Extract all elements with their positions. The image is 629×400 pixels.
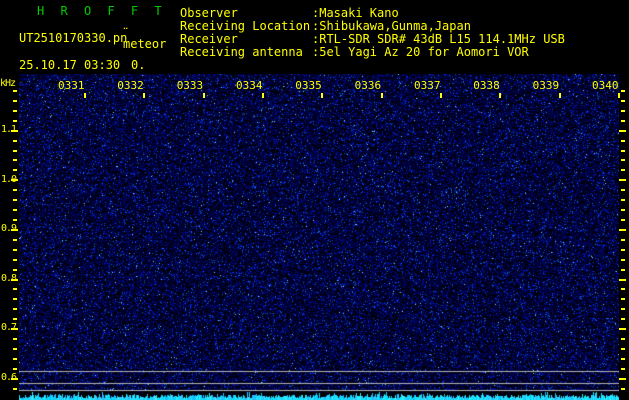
time-label: 0339	[532, 79, 560, 92]
freq-tick	[13, 90, 17, 92]
minute-tick	[499, 93, 502, 98]
freq-tick	[13, 248, 17, 251]
minute-tick	[143, 93, 146, 98]
freq-tick	[619, 377, 626, 380]
minute-tick	[558, 93, 561, 98]
freq-tick	[13, 149, 17, 152]
freq-tick	[11, 328, 18, 331]
freq-tick	[619, 129, 626, 132]
field-label: Receiving antenna	[180, 45, 303, 59]
freq-tick	[621, 268, 625, 271]
time-label: 0335	[295, 79, 322, 92]
freq-tick	[621, 109, 625, 112]
freq-tick	[13, 338, 17, 340]
field-value: :Masaki Kano	[312, 6, 399, 20]
field-value: :RTL-SDR SDR# 43dB L15 114.1MHz USB	[312, 32, 565, 46]
freq-tick	[11, 278, 18, 281]
freq-tick	[11, 228, 18, 231]
field-label: Observer	[180, 6, 238, 20]
freq-tick	[621, 149, 625, 152]
freq-tick	[621, 248, 625, 251]
freq-tick	[619, 179, 626, 182]
freq-tick	[13, 99, 17, 102]
field-label: Receiver	[180, 32, 238, 46]
freq-tick	[13, 318, 17, 321]
freq-tick	[621, 209, 625, 211]
time-label: 0336	[354, 79, 382, 92]
freq-tick	[13, 189, 17, 192]
freq-tick	[621, 258, 625, 261]
freq-tick	[621, 90, 625, 92]
minute-tick	[618, 93, 620, 98]
freq-tick	[13, 288, 17, 291]
freq-tick	[621, 387, 625, 390]
freq-tick	[13, 139, 17, 142]
freq-tick	[621, 219, 625, 221]
time-label: 0333	[176, 79, 204, 92]
freq-tick	[13, 347, 17, 350]
freq-tick	[621, 169, 625, 172]
freq-tick	[13, 169, 17, 172]
freq-tick	[13, 159, 17, 162]
freq-tick	[621, 139, 625, 142]
time-label: 0331	[58, 79, 85, 92]
freq-tick	[621, 367, 625, 370]
freq-tick	[621, 119, 625, 122]
freq-tick	[13, 109, 17, 112]
freq-tick	[13, 209, 17, 211]
freq-tick	[13, 268, 17, 271]
freq-tick	[621, 308, 625, 311]
freq-tick	[13, 357, 17, 360]
spectrogram-canvas	[19, 74, 619, 400]
minute-tick	[202, 93, 205, 98]
field-value: :Shibukawa,Gunma,Japan	[312, 19, 471, 33]
time-label: 0332	[117, 79, 144, 92]
freq-tick	[621, 159, 625, 162]
freq-tick	[13, 199, 17, 202]
freq-tick	[621, 199, 625, 202]
minute-tick	[262, 93, 264, 98]
freq-tick	[621, 99, 625, 102]
count-label: 0.	[131, 58, 146, 72]
freq-tick	[619, 328, 626, 331]
minute-tick	[84, 93, 86, 98]
freq-tick	[621, 298, 625, 301]
datetime-label: 25.10.17 03:30	[19, 58, 121, 72]
freq-tick	[13, 308, 17, 311]
field-label: Receiving Location	[180, 19, 311, 33]
app-title: H R O F F T	[37, 4, 163, 18]
freq-tick	[621, 288, 625, 291]
freq-tick	[13, 258, 17, 261]
freq-tick	[11, 129, 18, 132]
freq-tick	[619, 228, 626, 231]
hrofft-screen: H R O F F T UT2510170330.pn ¨ meteor 25.…	[0, 0, 629, 400]
time-label: 0340	[592, 79, 619, 92]
minute-tick	[440, 93, 442, 98]
mode-label: meteor	[123, 37, 167, 51]
time-label: 0334	[236, 79, 263, 92]
freq-tick	[13, 219, 17, 221]
time-label: 0338	[473, 79, 500, 92]
freq-tick	[13, 367, 17, 370]
freq-unit-label: kHz	[0, 78, 16, 89]
freq-tick	[11, 179, 18, 182]
minute-tick	[380, 93, 383, 98]
freq-tick	[621, 238, 625, 241]
freq-tick	[621, 357, 625, 360]
filename: UT2510170330.pn	[19, 31, 128, 45]
freq-tick	[621, 189, 625, 192]
freq-tick	[621, 318, 625, 321]
freq-tick	[13, 298, 17, 301]
minute-tick	[321, 93, 324, 98]
field-value: :5el Yagi Az 20 for Aomori VOR	[312, 45, 529, 59]
time-label: 0337	[414, 79, 441, 92]
freq-tick	[619, 278, 626, 281]
freq-tick	[621, 347, 625, 350]
freq-tick	[13, 119, 17, 122]
freq-tick	[13, 238, 17, 241]
freq-tick	[621, 338, 625, 340]
freq-tick	[11, 377, 18, 380]
freq-tick	[13, 387, 17, 390]
